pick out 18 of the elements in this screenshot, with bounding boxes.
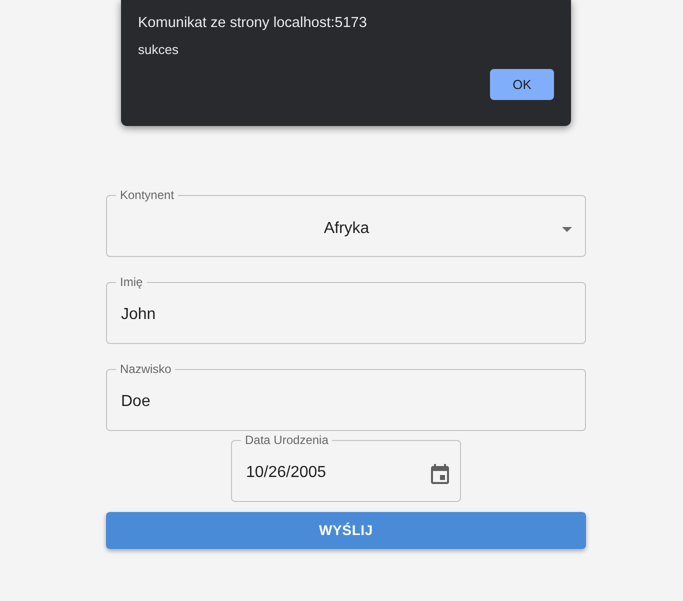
dialog-title: Komunikat ze strony localhost:5173 (138, 14, 368, 33)
submit-button[interactable]: WYŚLIJ (106, 512, 586, 549)
ok-button[interactable]: OK (490, 69, 554, 100)
text-field[interactable]: Nazwisko Doe (106, 362, 586, 431)
text-field[interactable]: Imię John (106, 275, 586, 344)
field-label: Data Urodzenia (245, 433, 328, 447)
input-value: John (121, 305, 156, 325)
dialog-message: sukces (138, 42, 180, 58)
select-field[interactable]: Kontynent Afryka (106, 188, 586, 257)
date-value: 10/26/2005 (246, 463, 328, 483)
calendar-icon[interactable] (431, 464, 449, 484)
date-field[interactable]: Data Urodzenia 10/26/2005 (231, 433, 461, 502)
field-label: Nazwisko (120, 362, 172, 376)
selected-value: Afryka (322, 219, 370, 239)
field-label: Kontynent (120, 188, 174, 202)
dropdown-caret-icon (562, 226, 572, 232)
field-label: Imię (120, 275, 143, 289)
input-value: Doe (121, 392, 150, 412)
